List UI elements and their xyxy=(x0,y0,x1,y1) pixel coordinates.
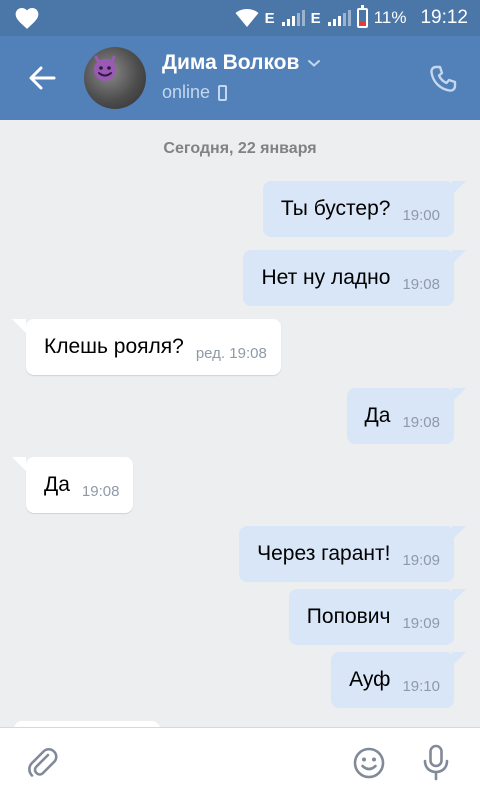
battery-icon xyxy=(356,5,368,28)
message-text: Ауф xyxy=(349,668,391,691)
back-arrow-icon[interactable] xyxy=(26,62,58,94)
message-text: Ты бустер? xyxy=(280,197,391,220)
message-outgoing[interactable]: Попович 19:09 xyxy=(288,589,467,645)
chevron-down-icon xyxy=(308,60,321,67)
signal-icon xyxy=(281,10,305,26)
signal-icon xyxy=(327,10,351,26)
message-text: Попович xyxy=(306,605,391,628)
microphone-icon[interactable] xyxy=(422,744,450,782)
smile-icon[interactable] xyxy=(352,746,386,780)
message-text: Клешь рояля? xyxy=(44,335,184,358)
message-time: 19:00 xyxy=(402,206,440,224)
message-time: 19:10 xyxy=(402,677,440,695)
devil-emoji-icon xyxy=(94,55,116,81)
network-type-2: E xyxy=(310,9,321,27)
message-edited-time: ред. 19:08 xyxy=(195,344,267,362)
message-text: Да xyxy=(44,473,70,496)
message-text: Через гарант! xyxy=(257,542,391,565)
battery-percent: 11% xyxy=(373,8,407,27)
call-icon[interactable] xyxy=(428,64,458,94)
composer-bar xyxy=(0,727,480,800)
message-time: 19:08 xyxy=(402,413,440,431)
message-time: 19:09 xyxy=(402,551,440,569)
status-text: online xyxy=(162,82,211,102)
message-text: Нет ну ладно xyxy=(261,266,391,289)
message-incoming[interactable]: Клешь рояля? ред. 19:08 xyxy=(12,319,281,375)
message-time: 19:08 xyxy=(402,275,440,293)
contact-name-row[interactable]: Дима Волков xyxy=(162,51,321,75)
date-separator: Сегодня, 22 января xyxy=(163,140,317,157)
network-type-1: E xyxy=(264,9,275,27)
contact-name: Дима Волков xyxy=(162,51,300,74)
message-outgoing[interactable]: Да 19:08 xyxy=(346,388,467,444)
message-outgoing[interactable]: Ауф 19:10 xyxy=(331,652,466,708)
online-status: online xyxy=(162,82,228,103)
message-incoming[interactable]: Да 19:08 xyxy=(11,457,134,513)
wifi-icon xyxy=(235,9,259,27)
paperclip-icon[interactable] xyxy=(26,746,60,780)
heart-icon xyxy=(15,8,39,29)
message-outgoing[interactable]: Нет ну ладно 19:08 xyxy=(243,250,466,306)
message-text: Да xyxy=(364,404,391,427)
message-time: 19:09 xyxy=(402,614,440,632)
mobile-phone-icon xyxy=(218,84,228,101)
clock: 19:12 xyxy=(420,7,468,28)
chat-header: Дима Волков online xyxy=(0,36,480,120)
message-outgoing[interactable]: Через гарант! 19:09 xyxy=(239,526,466,582)
message-outgoing[interactable]: Ты бустер? 19:00 xyxy=(262,181,467,237)
avatar[interactable] xyxy=(84,47,146,109)
message-time: 19:08 xyxy=(81,482,120,500)
status-bar: E E 11% 19:12 xyxy=(0,0,480,36)
